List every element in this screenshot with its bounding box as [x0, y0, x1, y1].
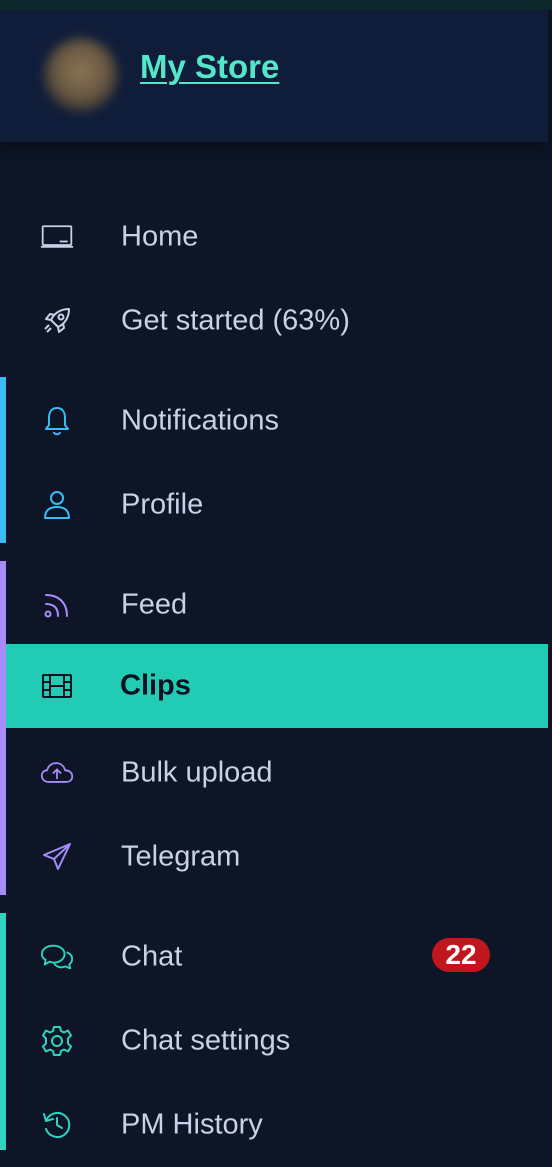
laptop-icon	[40, 220, 74, 254]
cloud-upload-icon	[40, 756, 74, 790]
sidebar-item-telegram[interactable]: Telegram	[0, 815, 548, 899]
sidebar-item-chat-settings[interactable]: Chat settings	[0, 999, 548, 1083]
sidebar-item-label: Profile	[121, 488, 204, 521]
chat-bubbles-icon	[40, 940, 74, 974]
sidebar-item-label: Clips	[120, 669, 191, 702]
user-icon	[40, 488, 74, 522]
sidebar-item-profile[interactable]: Profile	[0, 463, 548, 547]
sidebar-item-get-started[interactable]: Get started (63%)	[0, 279, 548, 363]
rocket-icon	[40, 304, 74, 338]
rss-icon	[40, 588, 74, 622]
bell-icon	[40, 404, 74, 438]
store-name-link[interactable]: My Store	[140, 48, 279, 86]
chat-unread-badge: 22	[432, 938, 490, 972]
store-avatar[interactable]	[44, 38, 118, 112]
store-header: My Store	[0, 10, 548, 142]
sidebar-item-label: Chat	[121, 940, 183, 973]
sidebar-item-label: Chat settings	[121, 1024, 291, 1057]
sidebar-item-clips[interactable]: Clips	[6, 644, 548, 728]
film-icon	[40, 669, 74, 703]
sidebar-item-pm-history[interactable]: PM History	[0, 1083, 548, 1167]
sidebar-item-label: Notifications	[121, 404, 279, 437]
sidebar-item-label: Feed	[121, 588, 188, 621]
sidebar-item-feed[interactable]: Feed	[0, 563, 548, 647]
sidebar-item-label: Bulk upload	[121, 756, 273, 789]
top-accent-line	[0, 0, 552, 10]
sidebar-item-notifications[interactable]: Notifications	[0, 379, 548, 463]
sidebar-item-label: Get started (63%)	[121, 304, 350, 337]
sidebar-item-bulk-upload[interactable]: Bulk upload	[0, 731, 548, 815]
sidebar-item-label: Home	[121, 220, 199, 253]
gear-icon	[40, 1024, 74, 1058]
history-icon	[40, 1108, 74, 1142]
sidebar-item-label: Telegram	[121, 840, 241, 873]
sidebar-item-home[interactable]: Home	[0, 195, 548, 279]
send-icon	[40, 840, 74, 874]
sidebar-item-label: PM History	[121, 1108, 263, 1141]
